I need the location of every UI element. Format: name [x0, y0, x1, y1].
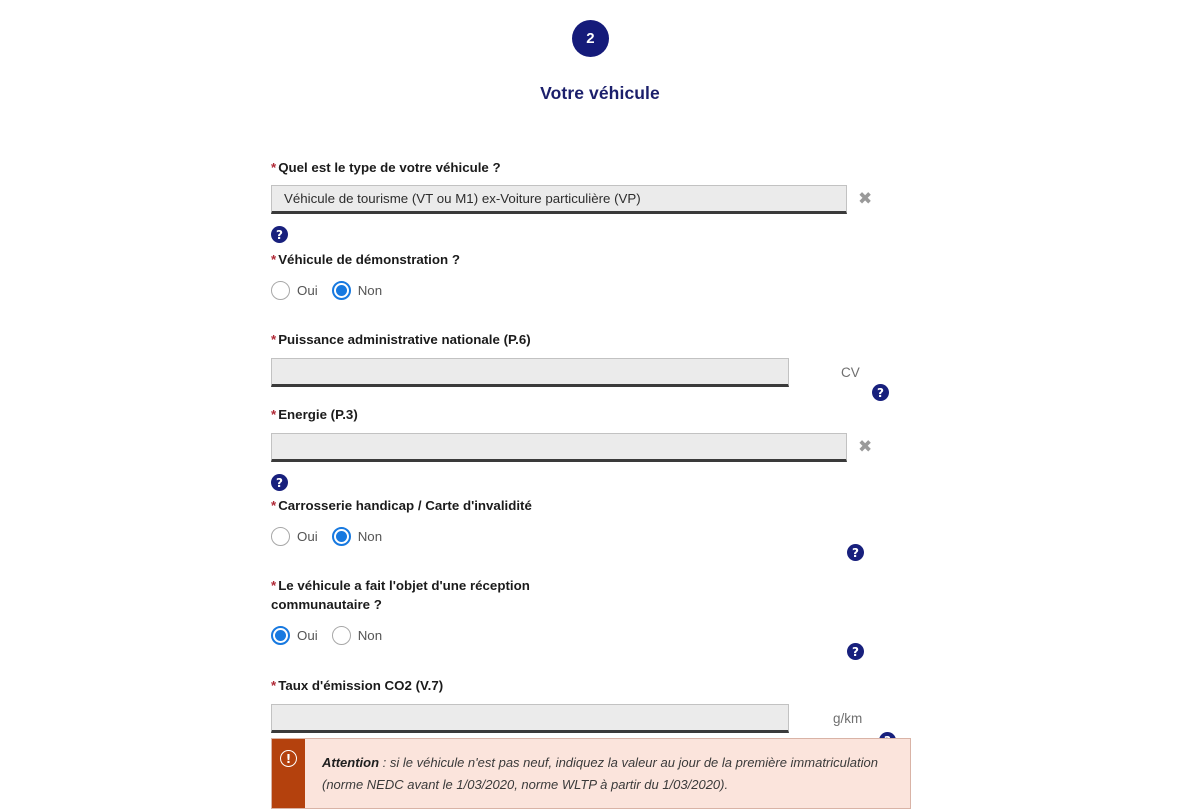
field-handicap-body: * Carrosserie handicap / Carte d'invalidi…	[271, 496, 864, 561]
co2-input[interactable]	[271, 704, 789, 733]
radio-circle-icon[interactable]	[331, 626, 351, 645]
field-eu-reception: * Le véhicule a fait l'objet d'une récept…	[271, 576, 864, 660]
field-energy: * Energie (P.3) ✖ ?	[271, 405, 872, 492]
co2-unit-label: g/km	[833, 711, 863, 726]
radio-handicap-oui[interactable]: Oui	[271, 527, 318, 546]
clear-icon[interactable]: ✖	[858, 433, 872, 462]
label-eu-reception: * Le véhicule a fait l'objet d'une récept…	[271, 578, 530, 612]
warning-body: : si le véhicule n'est pas neuf, indique…	[322, 755, 878, 792]
field-demo-vehicle: * Véhicule de démonstration ? Oui Non	[271, 250, 460, 300]
control-row-co2: g/km	[271, 704, 862, 733]
field-co2: *Taux d'émission CO2 (V.7) g/km ?	[271, 676, 896, 749]
step-badge: 2	[572, 20, 609, 57]
control-row-energy: ✖	[271, 433, 872, 462]
warning-message: Attention : si le véhicule n'est pas neu…	[305, 739, 910, 808]
required-marker: *	[271, 407, 277, 422]
radio-handicap-non[interactable]: Non	[331, 527, 382, 546]
help-icon[interactable]: ?	[847, 544, 864, 561]
warning-banner: ! Attention : si le véhicule n'est pas n…	[271, 738, 911, 809]
label-handicap-body: * Carrosserie handicap / Carte d'invalidi…	[271, 498, 532, 513]
radio-demo-non[interactable]: Non	[331, 281, 382, 300]
radio-demo-oui[interactable]: Oui	[271, 281, 318, 300]
page-root: 2 Votre véhicule * Quel est le type de vo…	[0, 0, 1200, 812]
required-marker: *	[271, 678, 277, 693]
required-marker: *	[271, 160, 277, 175]
field-vehicle-type: * Quel est le type de votre véhicule ? Vé…	[271, 158, 872, 244]
label-co2: * Taux d'émission CO2 (V.7)	[271, 678, 444, 693]
control-row-vehicle-type: Véhicule de tourisme (VT ou M1) ex-Voitu…	[271, 185, 872, 214]
required-marker: *	[271, 498, 277, 513]
label-power: * Puissance administrative nationale (P.6…	[271, 332, 531, 347]
radio-group-eu-reception: Oui Non	[271, 626, 530, 645]
warning-strong: Attention	[322, 755, 380, 770]
energy-select[interactable]	[271, 433, 847, 462]
required-marker: *	[271, 332, 277, 347]
required-marker: *	[271, 252, 277, 267]
help-icon[interactable]: ?	[847, 643, 864, 660]
help-icon[interactable]: ?	[271, 474, 288, 491]
warning-icon-bar: !	[272, 739, 305, 808]
label-vehicle-type: * Quel est le type de votre véhicule ?	[271, 160, 501, 175]
label-energy: * Energie (P.3)	[271, 407, 358, 422]
control-row-power: CV	[271, 358, 860, 387]
page-title: Votre véhicule	[540, 83, 660, 103]
radio-eu-non[interactable]: Non	[331, 626, 382, 645]
power-unit-label: CV	[841, 365, 860, 380]
power-input[interactable]	[271, 358, 789, 387]
vehicle-type-select[interactable]: Véhicule de tourisme (VT ou M1) ex-Voitu…	[271, 185, 847, 214]
radio-circle-selected-icon[interactable]	[331, 281, 351, 300]
help-icon[interactable]: ?	[271, 226, 288, 243]
field-power: * Puissance administrative nationale (P.6…	[271, 330, 889, 401]
help-icon[interactable]: ?	[872, 384, 889, 401]
radio-group-handicap-body: Oui Non	[271, 527, 532, 546]
exclamation-icon: !	[280, 750, 297, 767]
radio-group-demo-vehicle: Oui Non	[271, 281, 460, 300]
label-demo-vehicle: * Véhicule de démonstration ?	[271, 252, 460, 267]
radio-circle-selected-icon[interactable]	[331, 527, 351, 546]
required-marker: *	[271, 578, 277, 593]
radio-circle-icon[interactable]	[271, 527, 290, 546]
radio-circle-icon[interactable]	[271, 281, 290, 300]
clear-icon[interactable]: ✖	[858, 185, 872, 214]
radio-circle-selected-icon[interactable]	[271, 626, 290, 645]
radio-eu-oui[interactable]: Oui	[271, 626, 318, 645]
